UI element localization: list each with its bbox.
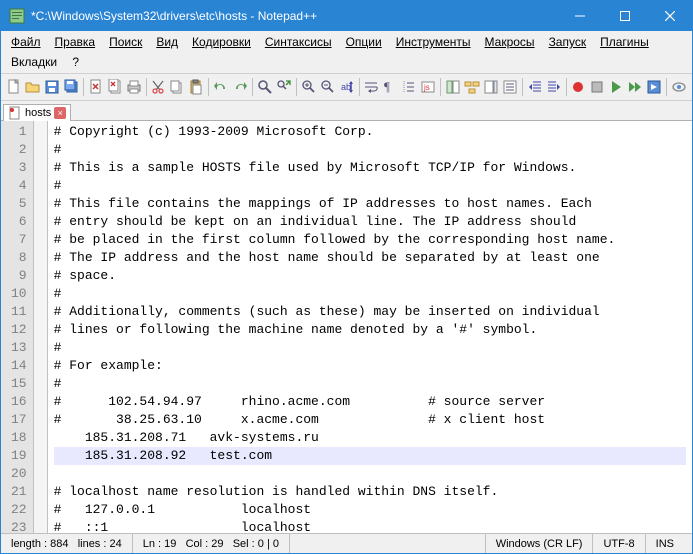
menubar: Файл Правка Поиск Вид Кодировки Синтакси… <box>1 31 692 53</box>
status-eol[interactable]: Windows (CR LF) <box>486 534 594 553</box>
menu-syntax[interactable]: Синтаксисы <box>259 33 338 51</box>
save-button[interactable] <box>43 76 61 98</box>
toolbar: ab ¶ js <box>1 73 692 101</box>
menu-tools[interactable]: Инструменты <box>390 33 477 51</box>
line-number-gutter: 123456789101112131415161718192021222324 <box>1 121 34 533</box>
paste-button[interactable] <box>187 76 205 98</box>
menu-view[interactable]: Вид <box>150 33 184 51</box>
status-edit-mode[interactable]: INS <box>646 534 692 553</box>
svg-text:¶: ¶ <box>384 79 390 94</box>
code-content[interactable]: # Copyright (c) 1993-2009 Microsoft Corp… <box>48 121 692 533</box>
doc-map-button[interactable] <box>482 76 500 98</box>
menu-encoding[interactable]: Кодировки <box>186 33 257 51</box>
file-tab-label: hosts <box>25 107 51 119</box>
svg-text:js: js <box>423 83 430 92</box>
macro-record-button[interactable] <box>569 76 587 98</box>
status-position: Ln : 19 Col : 29 Sel : 0 | 0 <box>133 534 290 553</box>
macro-play-multi-button[interactable] <box>626 76 644 98</box>
menu-macros[interactable]: Макросы <box>479 33 541 51</box>
folder-tree-button[interactable] <box>463 76 481 98</box>
editor-area[interactable]: 123456789101112131415161718192021222324 … <box>1 121 692 533</box>
replace-button[interactable] <box>275 76 293 98</box>
tab-close-button[interactable]: × <box>54 107 66 119</box>
titlebar: *C:\Windows\System32\drivers\etc\hosts -… <box>1 1 692 31</box>
status-bar: length : 884 lines : 24 Ln : 19 Col : 29… <box>1 533 692 553</box>
indent-guide-button[interactable] <box>400 76 418 98</box>
macro-play-button[interactable] <box>607 76 625 98</box>
show-all-chars-button[interactable]: ¶ <box>381 76 399 98</box>
indent-less-button[interactable] <box>526 76 544 98</box>
lang-button[interactable]: js <box>419 76 437 98</box>
menu-help[interactable]: ? <box>66 53 85 71</box>
minimize-button[interactable] <box>557 1 602 31</box>
save-all-button[interactable] <box>62 76 80 98</box>
new-file-button[interactable] <box>5 76 23 98</box>
close-all-button[interactable] <box>106 76 124 98</box>
menu-file[interactable]: Файл <box>5 33 47 51</box>
sync-v-button[interactable]: ab <box>338 76 356 98</box>
file-modified-icon <box>8 106 22 120</box>
copy-button[interactable] <box>168 76 186 98</box>
macro-stop-button[interactable] <box>588 76 606 98</box>
menu-plugins[interactable]: Плагины <box>594 33 655 51</box>
print-button[interactable] <box>125 76 143 98</box>
menu-tabs[interactable]: Вкладки <box>5 53 63 71</box>
monitor-button[interactable] <box>670 76 688 98</box>
indent-more-button[interactable] <box>545 76 563 98</box>
menu-run[interactable]: Запуск <box>543 33 593 51</box>
zoom-out-button[interactable] <box>319 76 337 98</box>
cut-button[interactable] <box>149 76 167 98</box>
status-encoding[interactable]: UTF-8 <box>593 534 645 553</box>
menu-search[interactable]: Поиск <box>103 33 148 51</box>
menubar-row2: Вкладки ? <box>1 53 692 73</box>
menu-edit[interactable]: Правка <box>49 33 102 51</box>
close-file-button[interactable] <box>87 76 105 98</box>
maximize-button[interactable] <box>602 1 647 31</box>
zoom-in-button[interactable] <box>300 76 318 98</box>
find-button[interactable] <box>256 76 274 98</box>
menu-options[interactable]: Опции <box>340 33 388 51</box>
wordwrap-button[interactable] <box>362 76 380 98</box>
window-title: *C:\Windows\System32\drivers\etc\hosts -… <box>31 9 557 23</box>
open-file-button[interactable] <box>24 76 42 98</box>
redo-button[interactable] <box>231 76 249 98</box>
macro-save-button[interactable] <box>645 76 663 98</box>
close-button[interactable] <box>647 1 692 31</box>
app-icon <box>9 8 25 24</box>
doc-list-button[interactable] <box>501 76 519 98</box>
status-length: length : 884 lines : 24 <box>1 534 133 553</box>
undo-button[interactable] <box>212 76 230 98</box>
file-tab-bar: hosts × <box>1 101 692 121</box>
func-list-button[interactable] <box>444 76 462 98</box>
fold-margin <box>34 121 48 533</box>
file-tab-hosts[interactable]: hosts × <box>3 104 71 121</box>
